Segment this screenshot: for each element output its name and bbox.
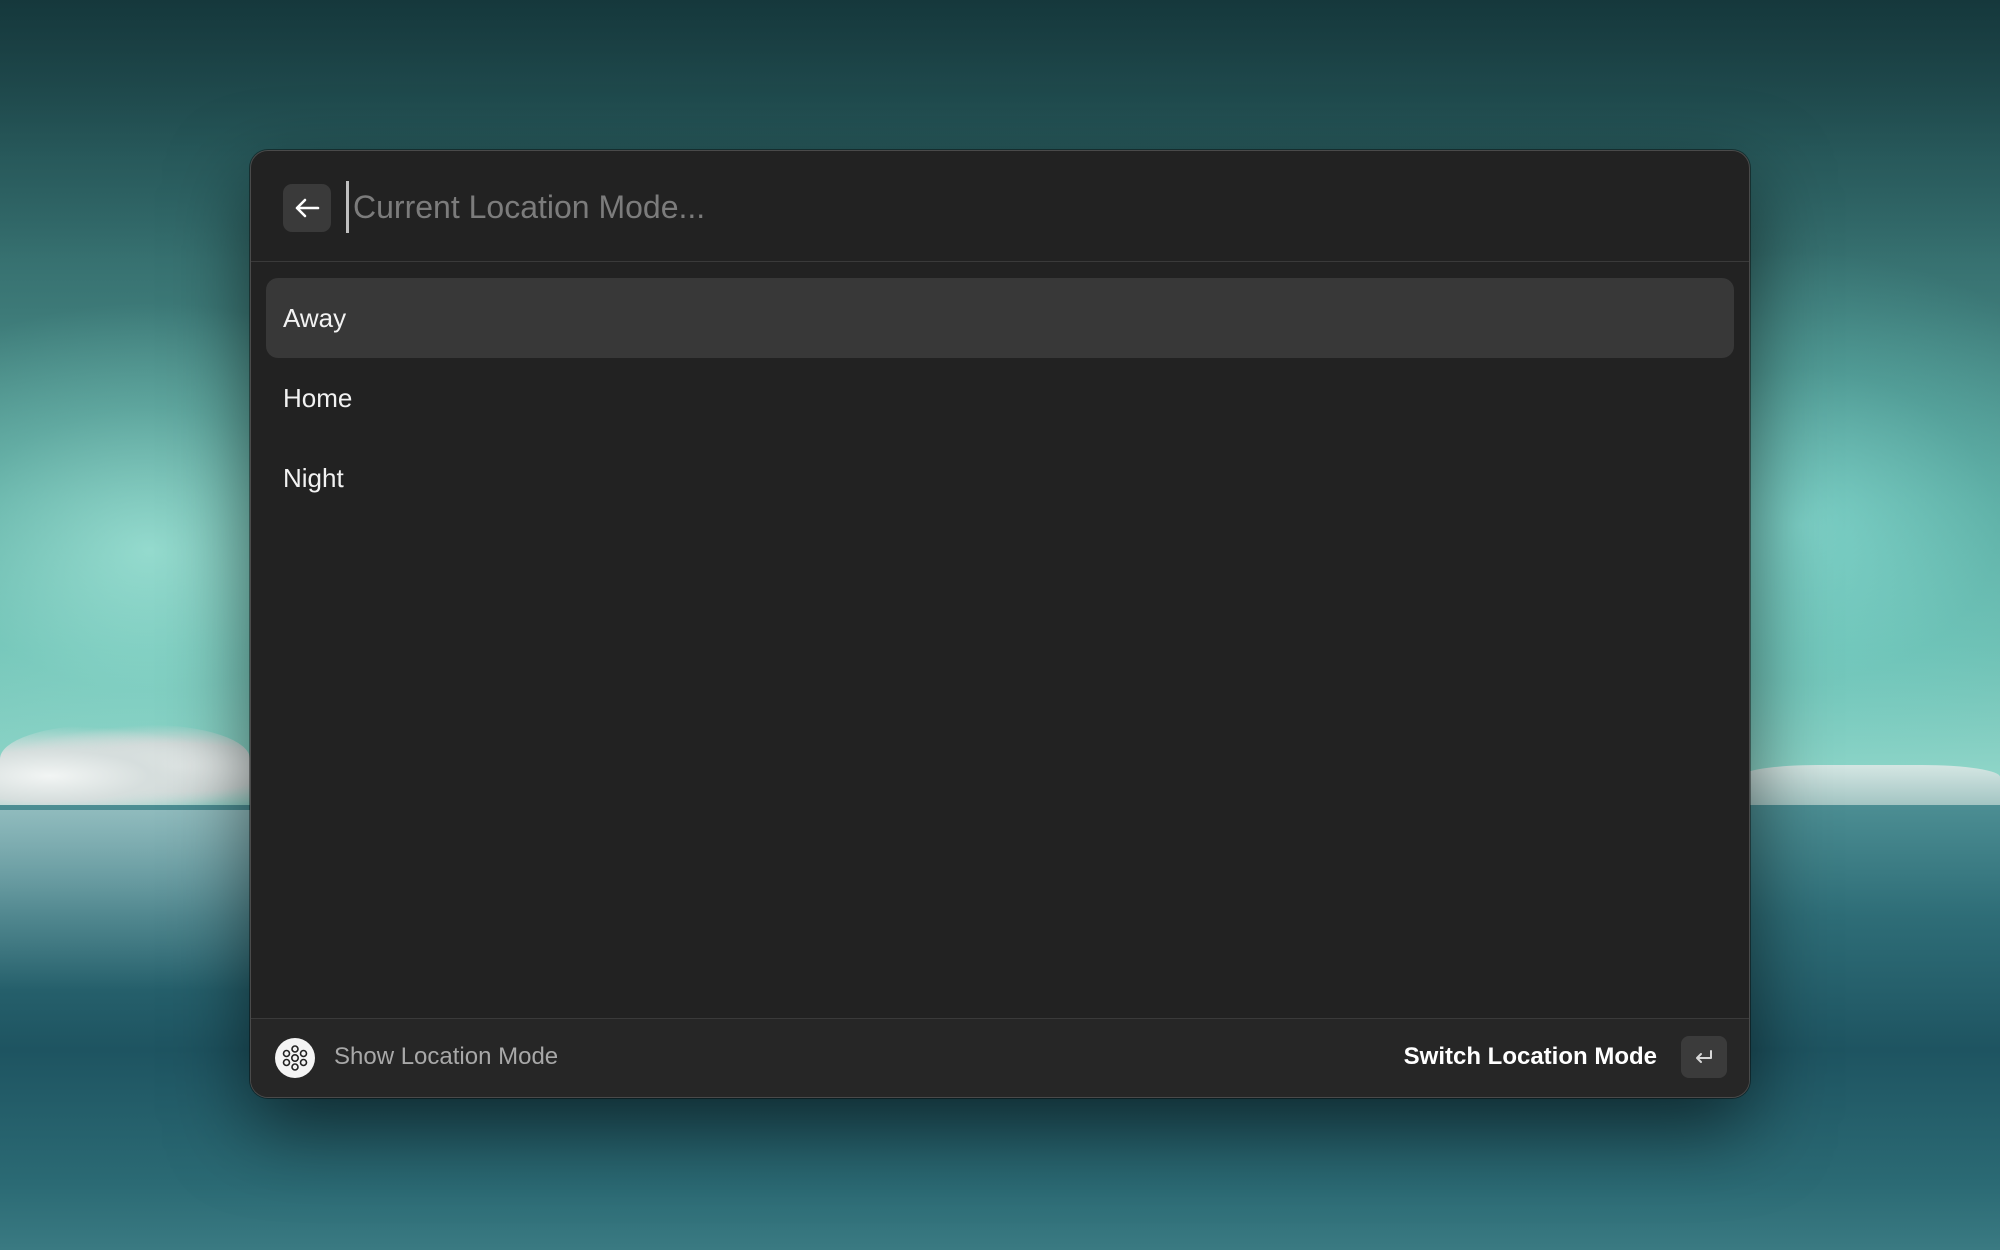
search-input[interactable] bbox=[346, 181, 1653, 233]
list-item-away[interactable]: Away bbox=[266, 278, 1734, 358]
command-title: Show Location Mode bbox=[334, 1043, 559, 1070]
smartthings-icon bbox=[275, 1038, 315, 1078]
list-item-label: Home bbox=[283, 382, 353, 413]
return-key-button[interactable] bbox=[1681, 1036, 1727, 1078]
list-item-label: Night bbox=[283, 462, 344, 493]
search-bar bbox=[251, 151, 1749, 262]
back-button[interactable] bbox=[283, 184, 331, 232]
desktop-wallpaper: Away Home Night Show Lo bbox=[0, 0, 2000, 1250]
action-bar: Show Location Mode Switch Location Mode bbox=[251, 1018, 1749, 1097]
primary-action-button[interactable]: Switch Location Mode bbox=[1404, 1043, 1657, 1071]
arrow-left-icon bbox=[295, 198, 320, 218]
wallpaper-reflection bbox=[0, 810, 250, 990]
wallpaper-trees-left bbox=[0, 725, 250, 810]
launcher-window: Away Home Night Show Lo bbox=[250, 150, 1750, 1098]
list-item-label: Away bbox=[283, 302, 347, 333]
list-item-night[interactable]: Night bbox=[266, 438, 1734, 518]
return-key-icon bbox=[1696, 1050, 1712, 1063]
list-item-home[interactable]: Home bbox=[266, 358, 1734, 438]
wallpaper-trees-right bbox=[1740, 765, 2000, 805]
mode-list: Away Home Night bbox=[266, 278, 1734, 518]
